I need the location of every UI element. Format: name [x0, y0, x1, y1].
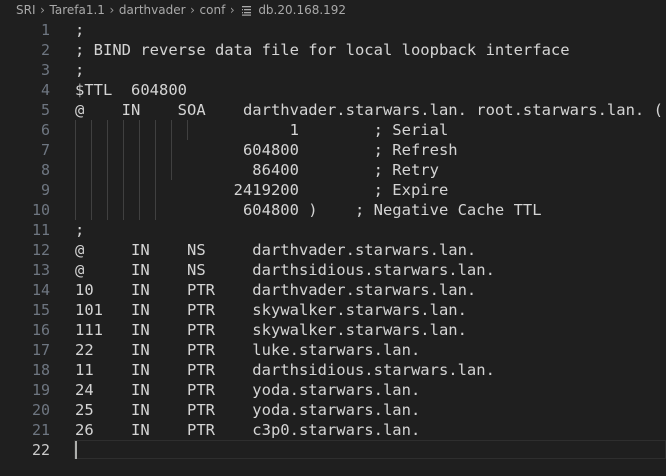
line-number: 14 — [31, 281, 50, 299]
line-text: 101 IN PTR skywalker.starwars.lan. — [75, 301, 467, 319]
line-text: $TTL 604800 — [75, 81, 187, 99]
file-lines-icon — [241, 5, 252, 16]
line-number: 21 — [31, 421, 50, 439]
chevron-right-icon: › — [190, 3, 195, 17]
breadcrumb-file[interactable]: db.20.168.192 — [258, 3, 346, 17]
code-line[interactable]: 17 22 IN PTR luke.starwars.lan. — [0, 340, 666, 360]
code-line[interactable]: 4 $TTL 604800 — [0, 80, 666, 100]
current-line-highlight — [74, 440, 666, 459]
chevron-right-icon: › — [40, 3, 45, 17]
line-number: 20 — [31, 401, 50, 419]
line-number: 4 — [40, 81, 50, 99]
breadcrumb-item-tarefa[interactable]: Tarefa1.1 — [50, 3, 105, 17]
line-number: 15 — [31, 301, 50, 319]
code-line[interactable]: 8 86400 ; Retry — [0, 160, 666, 180]
line-text: 604800 ; Refresh — [75, 141, 458, 159]
chevron-right-icon: › — [109, 3, 115, 17]
line-text: @ IN NS darthvader.starwars.lan. — [75, 241, 477, 259]
line-text: @ IN NS darthsidious.starwars.lan. — [75, 261, 495, 279]
line-text: 24 IN PTR yoda.starwars.lan. — [75, 381, 421, 399]
code-line[interactable]: 10 604800 ) ; Negative Cache TTL — [0, 200, 666, 220]
breadcrumb-item-conf[interactable]: conf — [200, 3, 226, 17]
code-line[interactable]: 15 101 IN PTR skywalker.starwars.lan. — [0, 300, 666, 320]
line-number: 22 — [31, 441, 50, 459]
code-line[interactable]: 11; — [0, 220, 666, 240]
line-number: 1 — [40, 21, 50, 39]
code-line[interactable]: 20 25 IN PTR yoda.starwars.lan. — [0, 400, 666, 420]
code-line[interactable]: 22 — [0, 440, 666, 460]
line-number: 8 — [40, 161, 50, 179]
line-number: 5 — [40, 101, 50, 119]
chevron-right-icon: › — [229, 3, 235, 17]
line-text: 10 IN PTR darthvader.starwars.lan. — [75, 281, 477, 299]
line-number: 12 — [31, 241, 50, 259]
line-text: 26 IN PTR c3p0.starwars.lan. — [75, 421, 421, 439]
line-text: 2419200 ; Expire — [75, 181, 449, 199]
line-number: 2 — [40, 41, 50, 59]
breadcrumb: SRI › Tarefa1.1 › darthvader › conf › db… — [0, 0, 666, 20]
line-text: 86400 ; Retry — [75, 161, 439, 179]
breadcrumb-item-darthvader[interactable]: darthvader — [119, 3, 186, 17]
line-number: 10 — [31, 201, 50, 219]
code-line[interactable]: 3; — [0, 60, 666, 80]
line-number: 17 — [31, 341, 50, 359]
code-line[interactable]: 5 @ IN SOA darthvader.starwars.lan. root.… — [0, 100, 666, 120]
code-line[interactable]: 21 26 IN PTR c3p0.starwars.lan. — [0, 420, 666, 440]
line-text: ; — [75, 21, 85, 39]
code-line[interactable]: 13 @ IN NS darthsidious.starwars.lan. — [0, 260, 666, 280]
text-cursor — [75, 441, 77, 459]
code-line[interactable]: 7 604800 ; Refresh — [0, 140, 666, 160]
line-number: 13 — [31, 261, 50, 279]
line-number: 18 — [31, 361, 50, 379]
line-number: 19 — [31, 381, 50, 399]
code-line[interactable]: 6 1 ; Serial — [0, 120, 666, 140]
line-text: 22 IN PTR luke.starwars.lan. — [75, 341, 421, 359]
line-text: 111 IN PTR skywalker.starwars.lan. — [75, 321, 467, 339]
code-line[interactable]: 1; — [0, 20, 666, 40]
code-line[interactable]: 14 10 IN PTR darthvader.starwars.lan. — [0, 280, 666, 300]
line-text: @ IN SOA darthvader.starwars.lan. root.s… — [75, 101, 663, 119]
line-text: 604800 ) ; Negative Cache TTL — [75, 201, 542, 219]
line-text: 11 IN PTR darthsidious.starwars.lan. — [75, 361, 495, 379]
line-text: ; BIND reverse data file for local loopb… — [75, 41, 570, 59]
code-line[interactable]: 19 24 IN PTR yoda.starwars.lan. — [0, 380, 666, 400]
line-text: ; — [75, 221, 85, 239]
code-editor[interactable]: 1; 2; BIND reverse data file for local lo… — [0, 20, 666, 476]
code-line[interactable]: 12 @ IN NS darthvader.starwars.lan. — [0, 240, 666, 260]
line-number: 6 — [40, 121, 50, 139]
code-line[interactable]: 16 111 IN PTR skywalker.starwars.lan. — [0, 320, 666, 340]
line-text: 1 ; Serial — [75, 121, 449, 139]
code-line[interactable]: 2 ; BIND reverse data file for local loop… — [0, 40, 666, 60]
line-number: 11 — [31, 221, 50, 239]
line-text: ; — [75, 61, 85, 79]
code-line[interactable]: 9 2419200 ; Expire — [0, 180, 666, 200]
breadcrumb-item-sri[interactable]: SRI — [16, 3, 36, 17]
line-number: 3 — [40, 61, 50, 79]
line-number: 7 — [40, 141, 50, 159]
line-number: 9 — [40, 181, 50, 199]
line-text: 25 IN PTR yoda.starwars.lan. — [75, 401, 421, 419]
code-line[interactable]: 18 11 IN PTR darthsidious.starwars.lan. — [0, 360, 666, 380]
line-number: 16 — [31, 321, 50, 339]
